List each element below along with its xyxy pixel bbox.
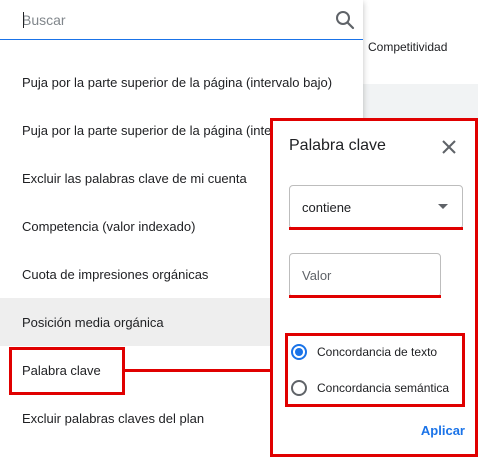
operator-select[interactable]: contiene: [289, 185, 463, 229]
highlight-box-list-item: [9, 347, 125, 395]
highlight-underline-input: [289, 295, 441, 298]
close-icon[interactable]: [439, 137, 459, 157]
chevron-down-icon: [438, 204, 448, 209]
keyword-filter-panel: Palabra clave contiene Concordancia de t…: [270, 118, 478, 457]
radio-option-text-match[interactable]: Concordancia de texto: [291, 340, 437, 364]
list-item-label: Competencia (valor indexado): [22, 218, 196, 234]
radio-option-semantic-match[interactable]: Concordancia semántica: [291, 376, 449, 400]
list-item-label: Puja por la parte superior de la página …: [22, 74, 333, 90]
list-item[interactable]: Puja por la parte superior de la página …: [0, 58, 363, 106]
value-input[interactable]: [289, 253, 441, 297]
search-input[interactable]: [22, 10, 312, 30]
search-icon[interactable]: [333, 8, 357, 32]
highlight-connector: [125, 369, 272, 372]
text-cursor: [23, 12, 24, 28]
highlight-underline-select: [289, 227, 463, 230]
radio-label: Concordancia semántica: [317, 381, 450, 395]
search-box: [0, 0, 363, 40]
radio-checked-icon[interactable]: [291, 344, 307, 360]
operator-select-value: contiene: [302, 199, 352, 215]
panel-title: Palabra clave: [289, 137, 386, 154]
apply-button[interactable]: Aplicar: [421, 423, 465, 438]
radio-unchecked-icon[interactable]: [291, 380, 307, 396]
list-item-label: Excluir palabras claves del plan: [22, 410, 205, 426]
list-item-label: Cuota de impresiones orgánicas: [22, 266, 209, 282]
list-item-label: Posición media orgánica: [22, 314, 164, 330]
radio-label: Concordancia de texto: [317, 345, 438, 359]
list-item-label: Excluir las palabras clave de mi cuenta: [22, 170, 247, 186]
column-header-competitividad[interactable]: Competitividad: [355, 12, 473, 82]
